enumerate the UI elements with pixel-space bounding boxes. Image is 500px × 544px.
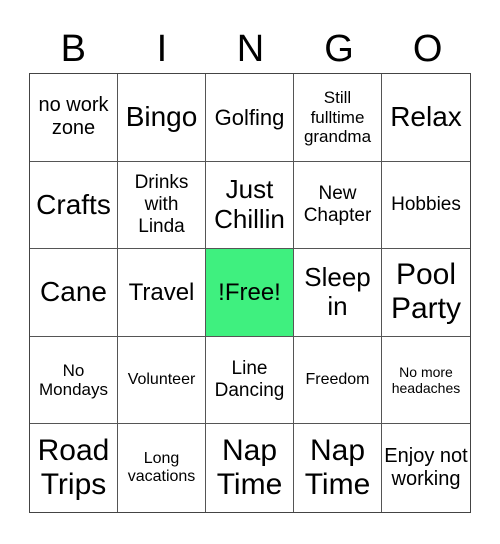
- bingo-cell[interactable]: Road Trips: [30, 424, 118, 512]
- bingo-cell[interactable]: Crafts: [30, 161, 118, 250]
- bingo-cell[interactable]: Enjoy not working: [382, 424, 470, 512]
- bingo-header: B I N G O: [29, 26, 472, 72]
- bingo-cell[interactable]: Drinks with Linda: [118, 161, 206, 250]
- bingo-cell[interactable]: Pool Party: [382, 249, 470, 337]
- bingo-cell[interactable]: Just Chillin: [206, 161, 294, 250]
- bingo-cell[interactable]: Volunteer: [118, 336, 206, 425]
- bingo-cell[interactable]: Long vacations: [118, 424, 206, 512]
- bingo-cell[interactable]: Freedom: [294, 336, 382, 425]
- bingo-cell[interactable]: New Chapter: [294, 161, 382, 250]
- bingo-cell[interactable]: Sleep in: [294, 249, 382, 337]
- header-letter-g: G: [324, 28, 354, 70]
- bingo-cell[interactable]: Still fulltime grandma: [294, 74, 382, 162]
- bingo-cell[interactable]: Line Dancing: [206, 336, 294, 425]
- bingo-cell[interactable]: Relax: [382, 74, 470, 162]
- bingo-cell[interactable]: Nap Time: [294, 424, 382, 512]
- bingo-cell[interactable]: No Mondays: [30, 336, 118, 425]
- header-letter-n: N: [236, 28, 265, 70]
- bingo-cell[interactable]: No more headaches: [382, 337, 470, 425]
- bingo-cell[interactable]: Cane: [30, 249, 118, 337]
- header-letter-b: B: [60, 28, 86, 70]
- header-letter-i: I: [156, 28, 168, 70]
- bingo-cell[interactable]: Hobbies: [382, 162, 470, 250]
- bingo-cell[interactable]: Nap Time: [206, 424, 294, 512]
- free-space[interactable]: !Free!: [206, 249, 294, 337]
- bingo-card: no work zone Bingo Golfing Still fulltim…: [29, 73, 471, 513]
- bingo-cell[interactable]: Travel: [118, 249, 206, 337]
- bingo-cell[interactable]: Golfing: [206, 74, 294, 162]
- header-letter-o: O: [412, 28, 443, 70]
- bingo-cell[interactable]: no work zone: [30, 74, 118, 162]
- bingo-cell[interactable]: Bingo: [118, 74, 206, 162]
